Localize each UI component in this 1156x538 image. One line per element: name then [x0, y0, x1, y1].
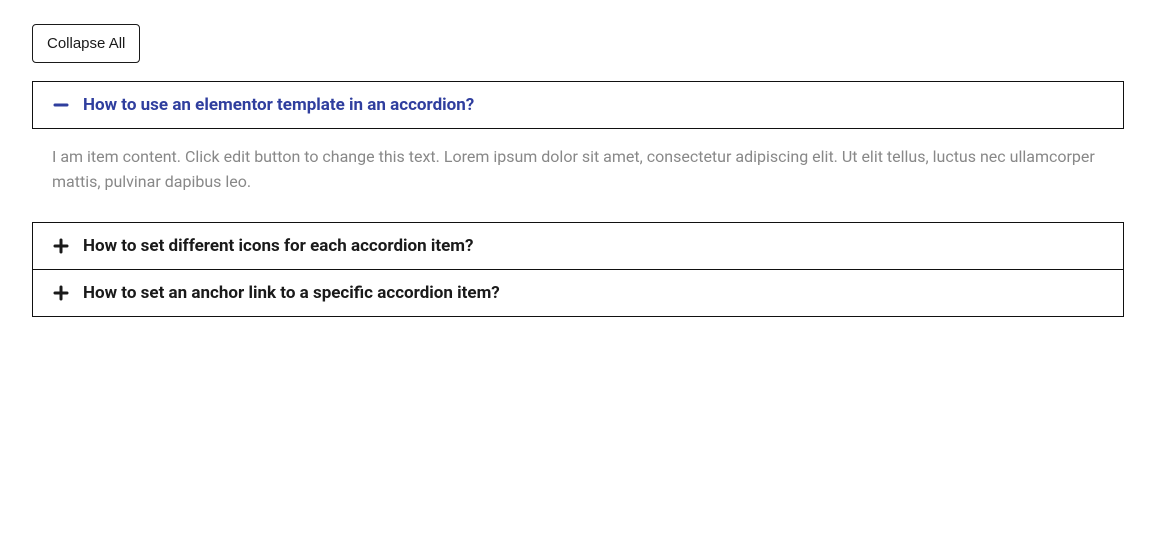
accordion-item: How to set an anchor link to a specific … [32, 269, 1124, 317]
accordion-title: How to set different icons for each acco… [83, 235, 474, 257]
minus-icon [53, 97, 69, 113]
accordion-item: How to use an elementor template in an a… [32, 81, 1124, 129]
accordion-item: How to set different icons for each acco… [32, 222, 1124, 270]
accordion-content: I am item content. Click edit button to … [32, 129, 1124, 213]
accordion-title: How to set an anchor link to a specific … [83, 282, 500, 304]
plus-icon [53, 285, 69, 301]
accordion-header[interactable]: How to set different icons for each acco… [33, 223, 1123, 269]
plus-icon [53, 238, 69, 254]
accordion-header[interactable]: How to set an anchor link to a specific … [33, 270, 1123, 316]
accordion: How to use an elementor template in an a… [32, 81, 1124, 317]
accordion-header[interactable]: How to use an elementor template in an a… [33, 82, 1123, 128]
accordion-title: How to use an elementor template in an a… [83, 94, 474, 116]
collapse-all-button[interactable]: Collapse All [32, 24, 140, 63]
